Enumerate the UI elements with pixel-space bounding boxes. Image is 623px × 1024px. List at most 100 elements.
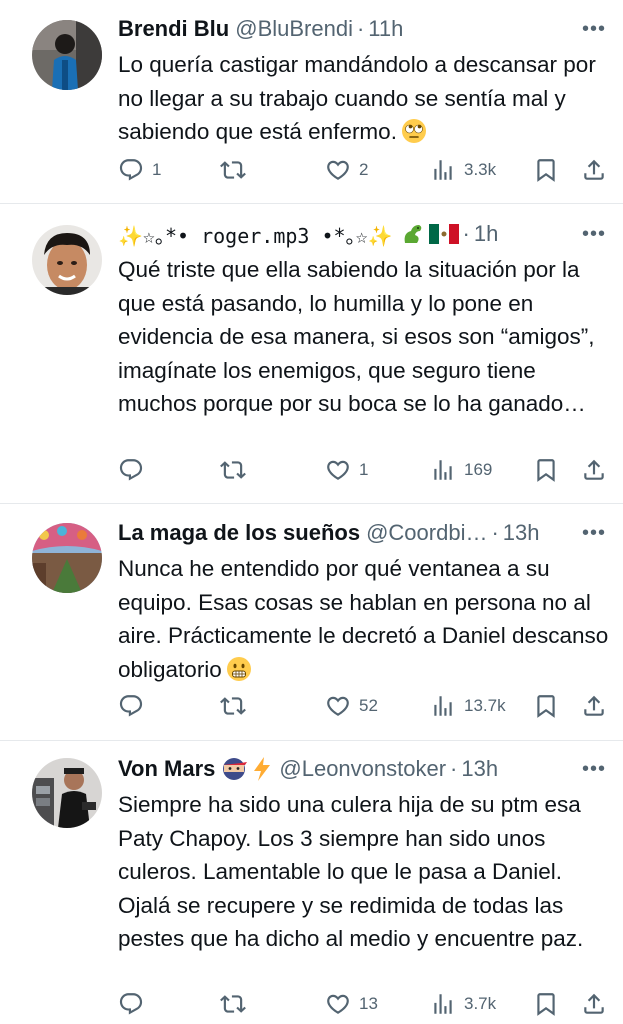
tweet-header: Von Mars @Leonvonstoker · 13h <box>118 754 563 784</box>
share-button[interactable] <box>581 989 607 1019</box>
handle[interactable]: @Leonvonstoker <box>279 756 446 782</box>
tweet-header: La maga de los sueños @Coordbi… · 13h <box>118 518 563 548</box>
more-options-icon[interactable]: ••• <box>581 754 607 784</box>
bookmark-button[interactable] <box>533 155 559 185</box>
share-button[interactable] <box>581 455 607 485</box>
tweet-text-content: Nunca he entendido por qué ventanea a su… <box>118 556 609 682</box>
timestamp[interactable]: 1h <box>474 221 498 247</box>
tweet-actions: 52 13.7k <box>118 691 613 721</box>
repost-icon <box>220 457 246 483</box>
avatar[interactable] <box>32 523 102 593</box>
view-count: 13.7k <box>464 696 506 715</box>
handle[interactable]: @BluBrendi <box>235 16 353 42</box>
views-icon <box>430 457 456 483</box>
more-options-icon[interactable]: ••• <box>581 14 607 44</box>
reply-icon <box>118 457 144 483</box>
tweet-text: Siempre ha sido una culera hija de su pt… <box>118 792 584 951</box>
share-button[interactable] <box>581 691 607 721</box>
repost-button[interactable] <box>220 989 254 1019</box>
reply-button[interactable] <box>118 989 152 1019</box>
view-count: 169 <box>464 460 493 479</box>
timestamp[interactable]: 11h <box>368 16 403 42</box>
more-options-icon[interactable]: ••• <box>581 219 607 249</box>
views-button[interactable]: 3.7k <box>430 989 496 1019</box>
dragon-icon <box>404 225 421 243</box>
views-icon <box>430 157 456 183</box>
name-decoration-suffix: •*｡☆✨ <box>321 223 393 248</box>
tweet-1[interactable]: Brendi Blu @BluBrendi · 11h ••• Lo querí… <box>0 0 623 204</box>
like-button[interactable]: 2 <box>325 155 368 185</box>
like-button[interactable]: 52 <box>325 691 378 721</box>
bookmark-icon <box>533 457 559 483</box>
tweet-2[interactable]: ✨☆｡*• roger.mp3 •*｡☆✨ · 1h ••• Qué trist… <box>0 203 623 504</box>
view-count: 3.3k <box>464 160 497 179</box>
rolling-eyes-emoji <box>401 119 426 143</box>
grimacing-emoji <box>226 656 251 681</box>
more-options-icon[interactable]: ••• <box>581 518 607 548</box>
display-name-text: roger.mp3 <box>201 223 310 248</box>
avatar[interactable] <box>32 225 102 295</box>
tweet-header: ✨☆｡*• roger.mp3 •*｡☆✨ · 1h <box>118 219 563 249</box>
like-button[interactable]: 13 <box>325 989 378 1019</box>
name-decoration-prefix: ✨☆｡*• <box>118 223 190 248</box>
views-button[interactable]: 169 <box>430 455 492 485</box>
display-name[interactable]: La maga de los sueños <box>118 520 360 546</box>
reply-button[interactable] <box>118 691 152 721</box>
separator-dot: · <box>462 221 470 246</box>
heart-icon <box>325 457 351 483</box>
bookmark-button[interactable] <box>533 691 559 721</box>
tweet-3[interactable]: La maga de los sueños @Coordbi… · 13h ••… <box>0 503 623 741</box>
display-name[interactable]: ✨☆｡*• roger.mp3 •*｡☆✨ <box>118 220 393 249</box>
separator-dot: · <box>356 16 365 41</box>
tweet-text-content: Lo quería castigar mandándolo a descansa… <box>118 52 596 144</box>
bookmark-button[interactable] <box>533 455 559 485</box>
reply-button[interactable] <box>118 455 152 485</box>
reply-count: 1 <box>152 160 162 179</box>
like-count: 13 <box>359 994 378 1013</box>
repost-icon <box>220 991 246 1017</box>
mexico-flag-icon <box>428 224 459 244</box>
bookmark-button[interactable] <box>533 989 559 1019</box>
repost-button[interactable] <box>220 691 254 721</box>
tweet-text: Nunca he entendido por qué ventanea a su… <box>118 552 613 686</box>
share-icon <box>581 157 607 183</box>
repost-icon <box>220 157 246 183</box>
reply-icon <box>118 157 144 183</box>
tweet-text: Lo quería castigar mandándolo a descansa… <box>118 48 613 149</box>
heart-icon <box>325 991 351 1017</box>
separator-dot: · <box>491 520 499 545</box>
timestamp[interactable]: 13h <box>461 756 498 782</box>
lightning-icon <box>254 757 271 781</box>
views-icon <box>430 991 456 1017</box>
view-count: 3.7k <box>464 994 497 1013</box>
separator-dot: · <box>450 756 458 781</box>
share-icon <box>581 457 607 483</box>
tweet-text: Qué triste que ella sabiendo la situació… <box>118 257 595 416</box>
repost-button[interactable] <box>220 455 254 485</box>
tweet-header: Brendi Blu @BluBrendi · 11h <box>118 14 563 44</box>
reply-button[interactable]: 1 <box>118 155 161 185</box>
timestamp[interactable]: 13h <box>503 520 540 546</box>
handle[interactable]: @Coordbi… <box>366 520 487 546</box>
like-count: 52 <box>359 696 378 715</box>
avatar[interactable] <box>32 20 102 90</box>
reply-icon <box>118 991 144 1017</box>
display-name[interactable]: Brendi Blu <box>118 16 229 42</box>
tweet-4[interactable]: Von Mars @Leonvonstoker · 13h ••• Siempr… <box>0 740 623 1024</box>
heart-icon <box>325 157 351 183</box>
display-name[interactable]: Von Mars <box>118 756 215 782</box>
tweet-actions: 13 3.7k <box>118 989 613 1019</box>
heart-icon <box>325 693 351 719</box>
repost-button[interactable] <box>220 155 254 185</box>
tweet-actions: 1 2 3.3k <box>118 155 613 185</box>
views-button[interactable]: 13.7k <box>430 691 506 721</box>
bookmark-icon <box>533 157 559 183</box>
tweet-actions: 1 169 <box>118 455 613 485</box>
like-button[interactable]: 1 <box>325 455 368 485</box>
views-button[interactable]: 3.3k <box>430 155 496 185</box>
avatar[interactable] <box>32 758 102 828</box>
share-button[interactable] <box>581 155 607 185</box>
bookmark-icon <box>533 991 559 1017</box>
share-icon <box>581 991 607 1017</box>
ninja-icon <box>223 758 248 780</box>
